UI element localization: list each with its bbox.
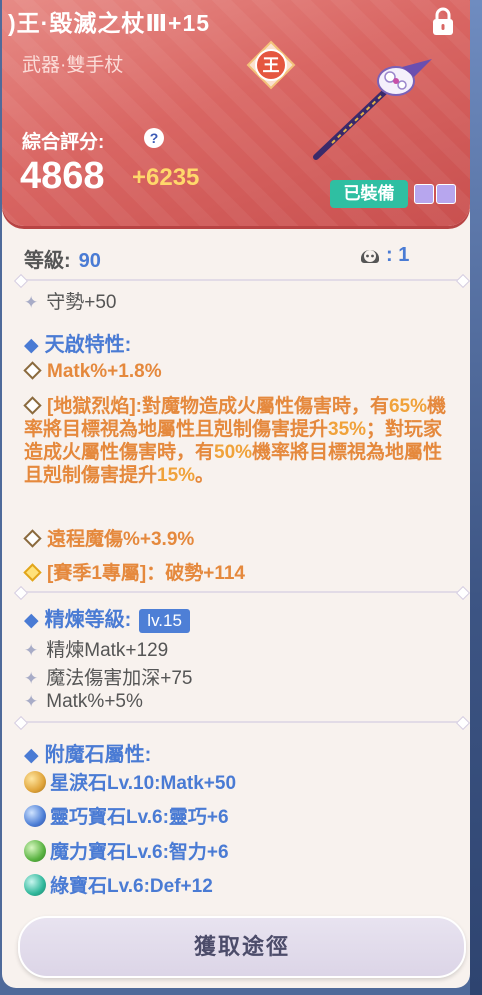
divider — [22, 721, 462, 723]
talent-header: ◆ 天啟特性: — [24, 328, 131, 357]
enchant-line: 魔力寶石Lv.6:智力+6 — [24, 837, 229, 864]
mana-gem-icon — [24, 839, 46, 862]
divider — [22, 279, 462, 281]
enchant-header: ◆ 附魔石屬性: — [24, 738, 151, 767]
slot-indicator — [414, 184, 434, 204]
pet-value: : 1 — [386, 244, 410, 266]
talent-paragraph: [地獄烈焰]:對魔物造成火屬性傷害時，有65%機率將目標視為地屬性且剋制傷害提升… — [23, 395, 454, 487]
item-title: )王·毀滅之杖Ⅲ+15 — [8, 10, 211, 36]
slot-indicator — [436, 184, 456, 204]
emerald-icon — [24, 873, 46, 896]
level-label: 等級: — [24, 250, 71, 272]
stats-scroll[interactable]: ✦ 守勢+50 ◆ 天啟特性: Matk%+1.8% [地獄烈焰]:對魔物造成火屬性… — [2, 284, 470, 908]
sparkle-icon: ✦ — [24, 641, 39, 660]
emblem-icon: 王 — [246, 40, 296, 90]
percent-highlight: 35% — [328, 419, 367, 440]
refine-text: 魔法傷害加深+75 — [46, 668, 193, 689]
base-stat-line: ✦ 守勢+50 — [24, 287, 116, 314]
diamond-icon: ◆ — [24, 610, 39, 631]
enchant-line: 靈巧寶石Lv.6:靈巧+6 — [24, 802, 229, 829]
talent-text: [地獄烈焰]:對魔物造成火屬性傷害時，有 — [47, 396, 389, 417]
talent-text: 遠程魔傷%+3.9% — [47, 529, 195, 550]
level-value: 90 — [78, 250, 101, 272]
emblem-char: 王 — [263, 56, 280, 76]
talent-text: 。 — [195, 465, 215, 486]
refine-line: ✦ 魔法傷害加深+75 — [24, 663, 192, 690]
refine-line: ✦ 精煉Matk+129 — [24, 635, 168, 662]
refine-text: Matk%+5% — [46, 691, 143, 712]
season-bullet-icon — [23, 563, 42, 583]
dex-gem-icon — [24, 804, 46, 827]
talent-title: 天啟特性: — [44, 334, 132, 356]
sparkle-icon: ✦ — [24, 669, 39, 688]
level-row: 等級: 90 — [24, 244, 101, 273]
enchant-text: 靈巧寶石Lv.6:靈巧+6 — [50, 807, 229, 828]
divider — [22, 591, 462, 593]
acquire-route-button[interactable]: 獲取途徑 — [18, 916, 466, 978]
refine-title: 精煉等級: — [44, 609, 132, 631]
talent-line: 遠程魔傷%+3.9% — [23, 524, 195, 551]
item-detail-card: )王·毀滅之杖Ⅲ+15 武器·雙手杖 王 綜合評分: ? 4868 +6235 … — [2, 0, 470, 988]
base-stat-text: 守勢+50 — [46, 292, 117, 313]
talent-line: [賽季1專屬]：破勢+114 — [23, 558, 245, 585]
enchant-title: 附魔石屬性: — [44, 744, 152, 766]
equipped-badge: 已裝備 — [330, 180, 408, 208]
percent-highlight: 15% — [157, 465, 196, 486]
talent-text: [賽季1專屬]：破勢+114 — [47, 563, 245, 584]
sparkle-icon: ✦ — [24, 692, 39, 711]
star-tear-stone-icon — [24, 770, 46, 793]
rating-label: 綜合評分: — [22, 132, 105, 153]
enchant-text: 魔力寶石Lv.6:智力+6 — [50, 842, 229, 863]
pet-face-icon — [361, 250, 379, 263]
percent-highlight: 65% — [388, 396, 428, 417]
refine-line: ✦ Matk%+5% — [24, 691, 143, 713]
percent-highlight: 50% — [214, 442, 253, 463]
bullet-icon — [23, 396, 42, 416]
item-type: 武器·雙手杖 — [22, 55, 124, 76]
item-header: )王·毀滅之杖Ⅲ+15 武器·雙手杖 王 綜合評分: ? 4868 +6235 … — [2, 0, 470, 226]
bullet-icon — [23, 529, 42, 549]
diamond-icon: ◆ — [24, 335, 39, 356]
weapon-staff-image — [313, 59, 432, 160]
enchant-text: 綠寶石Lv.6:Def+12 — [50, 876, 213, 897]
enchant-line: 星淚石Lv.10:Matk+50 — [24, 768, 236, 795]
enchant-text: 星淚石Lv.10:Matk+50 — [50, 773, 237, 794]
overall-score: 4868 — [20, 155, 105, 197]
refine-text: 精煉Matk+129 — [46, 640, 169, 661]
score-bonus: +6235 — [132, 164, 200, 191]
refine-header: ◆ 精煉等級: lv.15 — [24, 603, 190, 633]
refine-level-badge: lv.15 — [139, 609, 190, 633]
bullet-icon — [23, 361, 42, 381]
talent-text: Matk%+1.8% — [47, 361, 162, 382]
lock-icon[interactable] — [427, 6, 459, 38]
talent-line: Matk%+1.8% — [23, 361, 162, 383]
diamond-icon: ◆ — [24, 745, 39, 766]
help-icon[interactable]: ? — [144, 128, 164, 148]
enchant-line: 綠寶石Lv.6:Def+12 — [24, 871, 213, 898]
sparkle-icon: ✦ — [24, 293, 39, 312]
background-panel — [470, 0, 482, 995]
